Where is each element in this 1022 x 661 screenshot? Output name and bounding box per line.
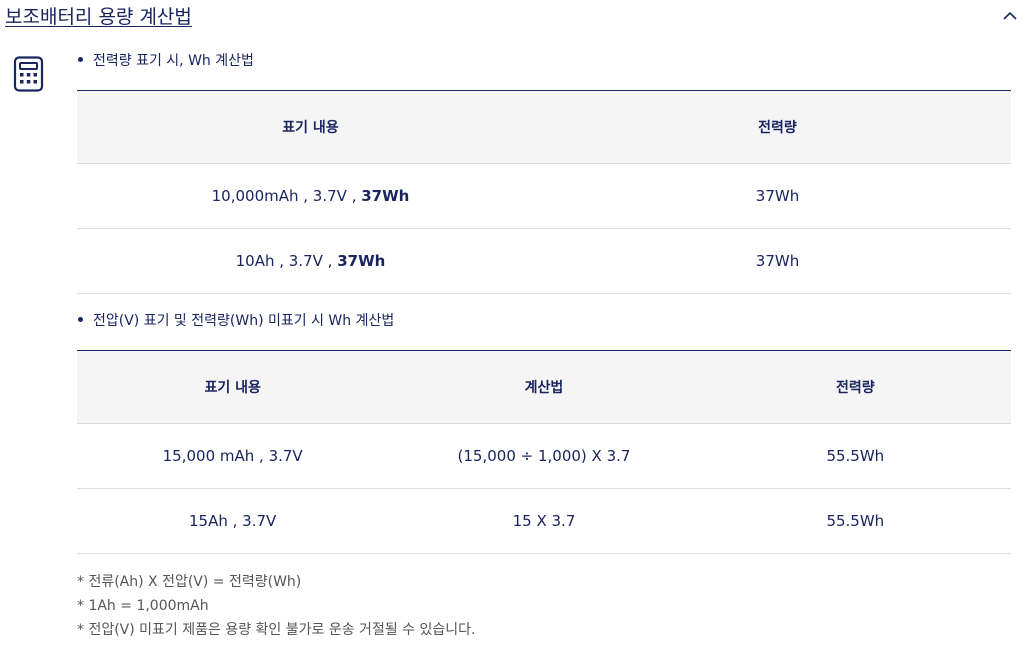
table-row: 15,000 mAh , 3.7V (15,000 ÷ 1,000) X 3.7…: [77, 424, 1011, 489]
footnote: * 1Ah = 1,000mAh: [77, 598, 209, 614]
column-header-energy: 전력량: [758, 120, 797, 136]
cell-energy: 37Wh: [755, 252, 800, 270]
cell-label: 15Ah , 3.7V: [189, 512, 277, 530]
label-bold-wh: 37Wh: [337, 252, 386, 270]
cell-energy: 55.5Wh: [826, 512, 885, 530]
table-header-row: 표기 내용 전력량: [77, 91, 1011, 164]
section-title[interactable]: 보조배터리 용량 계산법: [5, 4, 192, 30]
table-wh-unmarked: 표기 내용 계산법 전력량 15,000 mAh , 3.7V (15,000 …: [77, 350, 1011, 554]
cell-energy: 55.5Wh: [826, 447, 885, 465]
column-header-label: 표기 내용: [204, 380, 261, 396]
bullet-wh-unmarked: 전압(V) 표기 및 전력량(Wh) 미표기 시 Wh 계산법: [78, 311, 394, 331]
calculator-icon: [13, 56, 45, 92]
table-wh-marked: 표기 내용 전력량 10,000mAh , 3.7V , 37Wh 37Wh 1…: [77, 90, 1011, 294]
page: 보조배터리 용량 계산법 전력량 표기 시, Wh 계산법 표기 내용 전력량 …: [0, 0, 1022, 661]
column-header-energy: 전력량: [836, 380, 875, 396]
cell-label: 10,000mAh , 3.7V , 37Wh: [77, 164, 544, 228]
label-bold-wh: 37Wh: [361, 187, 410, 205]
cell-formula: (15,000 ÷ 1,000) X 3.7: [457, 447, 631, 465]
chevron-up-icon[interactable]: [1000, 6, 1020, 26]
label-text: 10,000mAh , 3.7V ,: [211, 187, 357, 205]
bullet-wh-marked: 전력량 표기 시, Wh 계산법: [78, 51, 254, 71]
label-text: 10Ah , 3.7V ,: [235, 252, 333, 270]
accordion-header[interactable]: 보조배터리 용량 계산법: [0, 0, 1022, 36]
column-header-label: 표기 내용: [282, 120, 339, 136]
table-row: 10,000mAh , 3.7V , 37Wh 37Wh: [77, 164, 1011, 229]
table-row: 15Ah , 3.7V 15 X 3.7 55.5Wh: [77, 489, 1011, 554]
table-row: 10Ah , 3.7V , 37Wh 37Wh: [77, 229, 1011, 294]
table-header-row: 표기 내용 계산법 전력량: [77, 351, 1011, 424]
cell-energy: 37Wh: [755, 187, 800, 205]
cell-label: 15,000 mAh , 3.7V: [162, 447, 303, 465]
cell-label: 10Ah , 3.7V , 37Wh: [77, 229, 544, 293]
footnote: * 전류(Ah) X 전압(V) = 전력량(Wh): [77, 574, 302, 590]
cell-formula: 15 X 3.7: [512, 512, 576, 530]
footnotes: * 전류(Ah) X 전압(V) = 전력량(Wh) * 1Ah = 1,000…: [77, 570, 475, 642]
footnote: * 전압(V) 미표기 제품은 용량 확인 불가로 운송 거절될 수 있습니다.: [77, 622, 476, 638]
column-header-formula: 계산법: [524, 380, 564, 396]
